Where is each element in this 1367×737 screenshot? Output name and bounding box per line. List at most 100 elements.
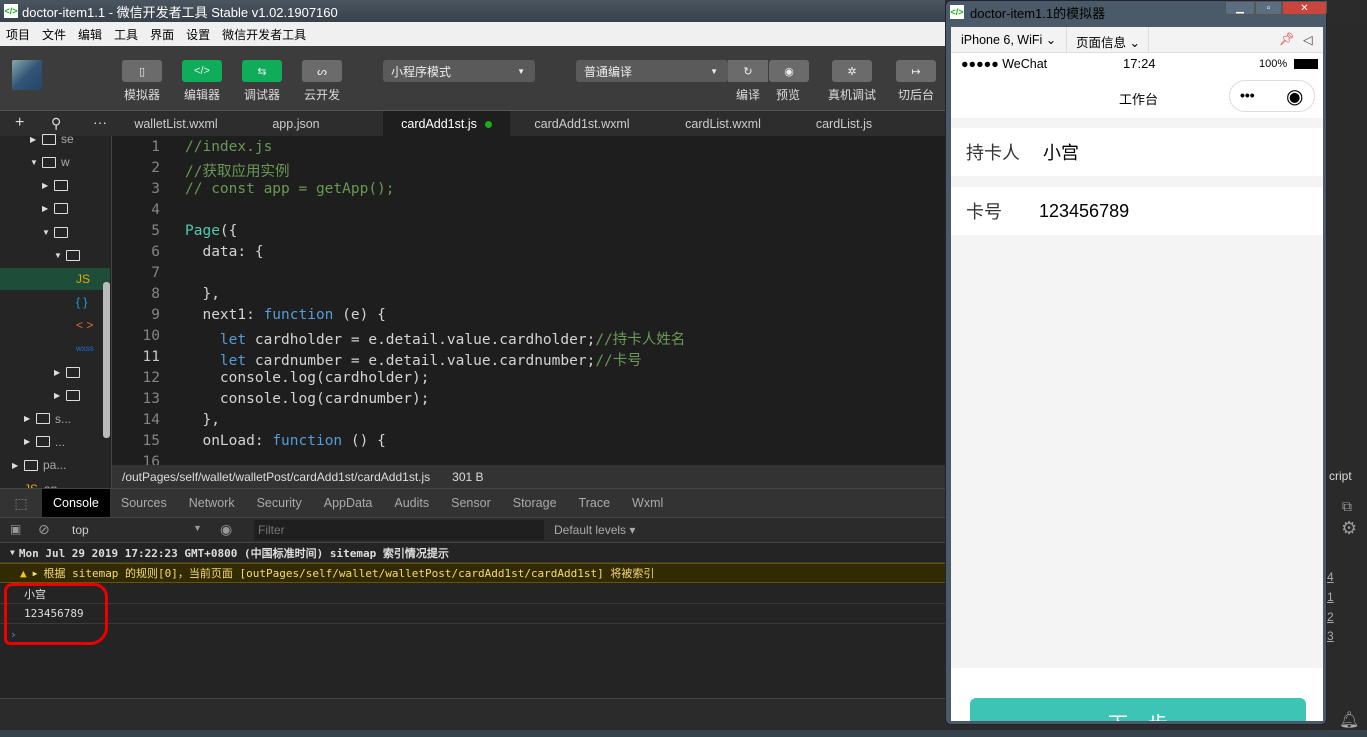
tab-cardadd1st-wxml[interactable]: cardAdd1st.wxml: [510, 111, 654, 137]
folder-icon: [24, 459, 38, 471]
source-link[interactable]: 3: [1327, 629, 1334, 643]
preview-button[interactable]: ◉: [769, 60, 809, 82]
editor-button[interactable]: </>: [182, 60, 222, 82]
minimize-button[interactable]: ▁: [1225, 1, 1255, 15]
code-token: cardnumber = e.detail.value.cardnumber;: [246, 353, 596, 369]
menu-item[interactable]: 界面: [144, 26, 180, 43]
filter-input[interactable]: [254, 520, 544, 540]
folder-item[interactable]: ▼: [0, 245, 110, 267]
window-icon[interactable]: ⧉: [1342, 498, 1352, 515]
cardholder-field[interactable]: 持卡人 小宫: [951, 128, 1323, 176]
tab-label: cardList.js: [815, 117, 873, 131]
source-link[interactable]: 4: [1327, 570, 1334, 584]
code-line: data: {: [185, 244, 263, 260]
more-icon[interactable]: •••: [1240, 87, 1255, 103]
gear-icon[interactable]: ⚙: [1341, 518, 1357, 539]
cardholder-input[interactable]: 小宫: [1043, 139, 1079, 165]
maximize-button[interactable]: ▫: [1255, 1, 1282, 15]
avatar[interactable]: [12, 60, 42, 90]
caret-down-icon: ▼: [42, 227, 50, 237]
debug-icon: ⇆: [257, 65, 267, 78]
folder-item[interactable]: ▼ w: [0, 151, 110, 173]
menu-item[interactable]: 微信开发者工具: [216, 26, 312, 43]
tab-cardadd1st-js[interactable]: cardAdd1st.js: [383, 111, 510, 137]
devtools-tab-trace[interactable]: Trace: [568, 489, 622, 518]
bell-icon[interactable]: 🔔︎: [1339, 710, 1359, 730]
tab-walletlist-wxml[interactable]: walletList.wxml: [112, 111, 240, 137]
folder-item[interactable]: ▶...: [0, 431, 110, 453]
console-prompt[interactable]: ›: [0, 624, 945, 644]
right-panel-edge: cript ⧉ ⚙ 4 1 2 3 🔔︎: [1327, 22, 1367, 730]
devtools-tab-appdata[interactable]: AppData: [313, 489, 384, 518]
tab-cardlist-wxml[interactable]: cardList.wxml: [654, 111, 792, 137]
inspect-icon[interactable]: ⬚: [0, 495, 42, 512]
tree-label: w: [61, 155, 70, 170]
devtools-tab-storage[interactable]: Storage: [502, 489, 568, 518]
console-warning[interactable]: ▲ ▶ 根据 sitemap 的规则[0]，当前页面 [outPages/self/…: [0, 563, 945, 583]
code-token: console.log(cardnumber);: [185, 391, 430, 407]
context-select[interactable]: top: [72, 523, 89, 537]
file-item[interactable]: JS: [0, 267, 110, 290]
caret-down-icon: ▼: [193, 523, 202, 533]
compile-button[interactable]: ↻: [728, 60, 768, 82]
close-mini-icon[interactable]: ◉: [1286, 84, 1303, 109]
background-button[interactable]: ↦: [896, 60, 936, 82]
menu-item[interactable]: 文件: [36, 26, 72, 43]
folder-item[interactable]: ▶: [0, 175, 110, 197]
folder-item[interactable]: ▶: [0, 361, 110, 383]
cardnumber-input[interactable]: 123456789: [1039, 201, 1129, 222]
pin-icon[interactable]: 📌︎: [1279, 32, 1295, 47]
page-info-select[interactable]: 页面信息 ⌄: [1076, 32, 1140, 51]
sidebar-scrollbar[interactable]: [103, 282, 110, 438]
simulator-button[interactable]: ▯: [122, 60, 162, 82]
device-select[interactable]: iPhone 6, WiFi ⌄: [961, 32, 1056, 47]
remote-debug-button[interactable]: ✲: [832, 60, 872, 82]
console-group[interactable]: ▼ Mon Jul 29 2019 17:22:23 GMT+0800 (中国标准…: [0, 543, 945, 563]
next-button[interactable]: 下一步: [970, 698, 1306, 721]
devtools-tab-wxml[interactable]: Wxml: [621, 489, 674, 518]
line-number: 16: [142, 454, 160, 465]
menu-item[interactable]: 设置: [180, 26, 216, 43]
clear-icon[interactable]: ⊘: [38, 521, 50, 538]
cardnumber-field[interactable]: 卡号 123456789: [951, 187, 1323, 235]
folder-item[interactable]: ▶: [0, 384, 110, 406]
speaker-icon[interactable]: ◁: [1303, 32, 1313, 47]
tab-cardlist-js[interactable]: cardList.js: [792, 111, 896, 137]
folder-item[interactable]: ▶ pa...: [0, 454, 110, 476]
line-number: 4: [151, 202, 160, 218]
folder-item[interactable]: ▶ se: [0, 128, 110, 150]
folder-item[interactable]: ▶: [0, 198, 110, 220]
eye-icon[interactable]: ◉: [220, 521, 232, 538]
caret-right-icon: ▶: [54, 390, 61, 400]
file-item[interactable]: < >: [0, 314, 110, 336]
folder-item[interactable]: ▼: [0, 221, 110, 243]
menu-item[interactable]: 编辑: [72, 26, 108, 43]
debugger-button[interactable]: ⇆: [242, 60, 282, 82]
bug-icon: ✲: [847, 65, 857, 78]
source-link[interactable]: 2: [1327, 610, 1334, 624]
file-item[interactable]: wxss: [0, 338, 110, 360]
devtools-tab-audits[interactable]: Audits: [383, 489, 440, 518]
compile-mode-select[interactable]: 普通编译 ▼: [576, 60, 728, 82]
mode-select[interactable]: 小程序模式 ▼: [383, 60, 535, 82]
cloud-button[interactable]: ᔕ: [302, 60, 342, 82]
devtools-tab-sources[interactable]: Sources: [110, 489, 178, 518]
code-editor[interactable]: 1 //index.js 2 //获取应用实例 3 // const app = getA…: [112, 136, 945, 465]
devtools-tab-console[interactable]: Console: [42, 488, 110, 518]
tab-label: walletList.wxml: [134, 117, 218, 131]
source-link[interactable]: 1: [1327, 590, 1334, 604]
devtools-tab-sensor[interactable]: Sensor: [440, 489, 502, 518]
caret-down-icon: ▼: [54, 251, 62, 260]
file-item[interactable]: { }: [0, 291, 110, 313]
folder-item[interactable]: ▶ s...: [0, 408, 110, 430]
devtools-tabs: ⬚ Console Sources Network Security AppData Au…: [0, 488, 945, 518]
levels-select[interactable]: Default levels ▾: [554, 523, 635, 537]
menu-item[interactable]: 项目: [0, 26, 36, 43]
devtools-tab-network[interactable]: Network: [178, 489, 246, 518]
close-button[interactable]: ✕: [1282, 1, 1327, 15]
tab-app-json[interactable]: app.json: [240, 111, 352, 137]
devtools-tab-security[interactable]: Security: [246, 489, 313, 518]
menu-item[interactable]: 工具: [108, 26, 144, 43]
code-icon: </>: [194, 65, 210, 77]
sidebar-toggle-icon[interactable]: ▣: [10, 522, 21, 536]
